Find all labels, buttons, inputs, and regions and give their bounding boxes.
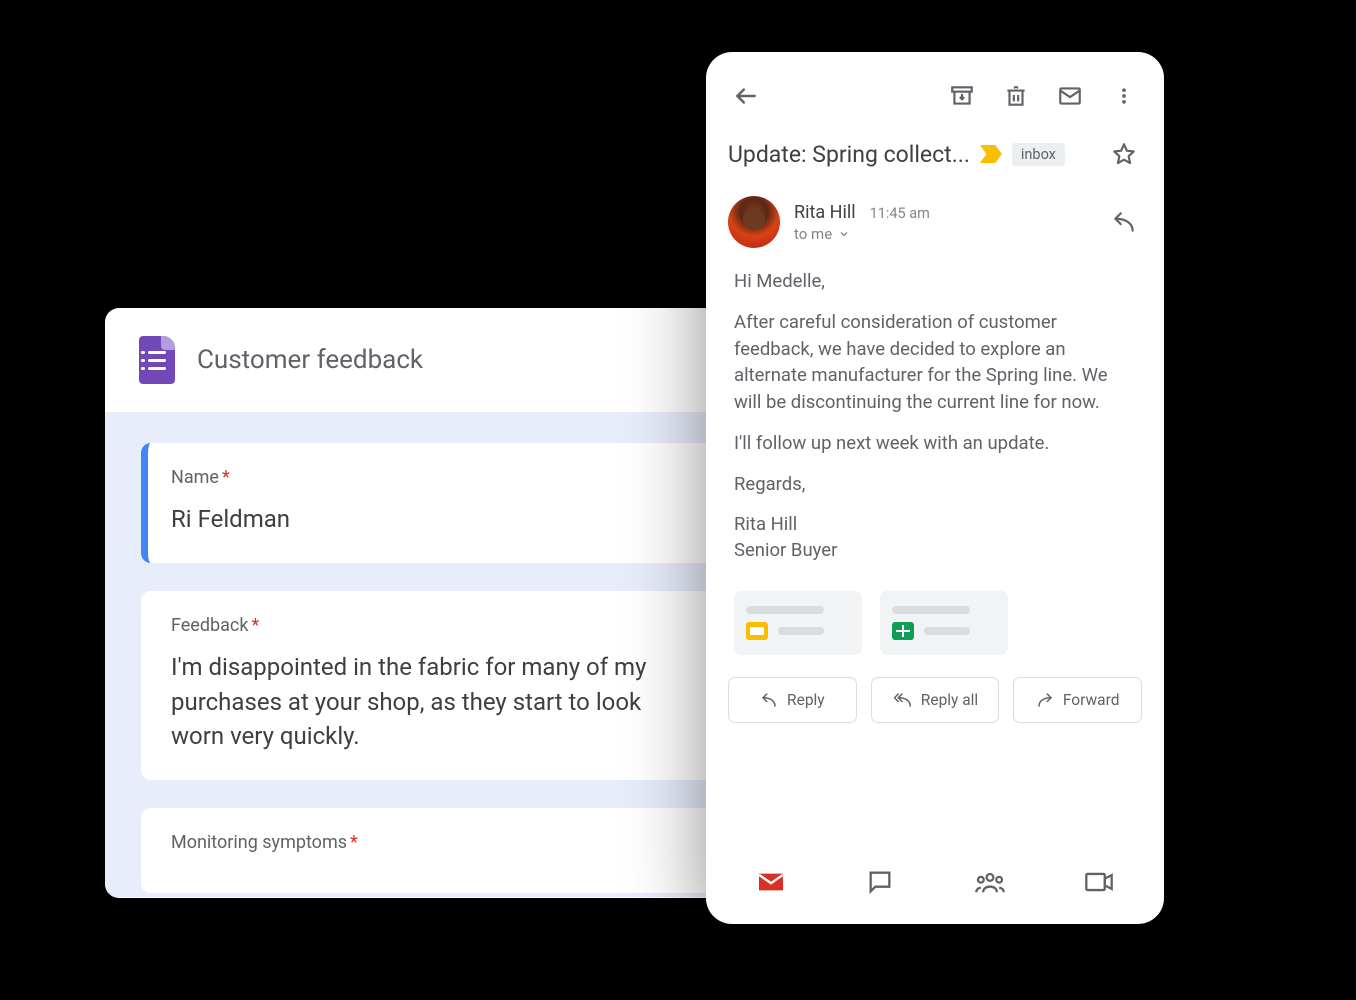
nav-meet-icon[interactable] [1079,862,1119,902]
mail-icon[interactable] [1052,78,1088,114]
nav-mail-icon[interactable] [751,862,791,902]
attachments [706,577,1164,655]
reply-actions: Reply Reply all Forward [706,655,1164,723]
back-icon[interactable] [728,78,764,114]
email-subject: Update: Spring collect... [728,141,970,168]
email-paragraph: After careful consideration of customer … [734,309,1136,416]
recipient-dropdown[interactable]: to me [794,225,850,243]
email-paragraph: I'll follow up next week with an update. [734,430,1136,457]
email-signature: Rita Hill Senior Buyer [734,512,1136,564]
forms-body: Name* Ri Feldman Feedback* I'm disappoin… [105,413,765,897]
forms-card: Customer feedback Name* Ri Feldman Feedb… [105,308,765,898]
email-greeting: Hi Medelle, [734,268,1136,295]
field-label: Feedback* [171,615,699,636]
forward-button[interactable]: Forward [1013,677,1142,723]
sender-time: 11:45 am [870,205,930,222]
field-label: Name* [171,467,699,488]
bottom-nav [706,842,1164,924]
archive-icon[interactable] [944,78,980,114]
form-field-symptoms[interactable]: Monitoring symptoms* [141,808,729,893]
nav-chat-icon[interactable] [860,862,900,902]
sheets-icon [892,622,914,640]
form-field-feedback[interactable]: Feedback* I'm disappointed in the fabric… [141,591,729,780]
email-body: Hi Medelle, After careful consideration … [706,258,1164,577]
gmail-card: Update: Spring collect... inbox Rita Hil… [706,52,1164,924]
sender-name: Rita Hill [794,202,856,223]
field-value[interactable]: Ri Feldman [171,502,699,537]
reply-icon[interactable] [1106,204,1142,240]
reply-button[interactable]: Reply [728,677,857,723]
subject-row: Update: Spring collect... inbox [706,122,1164,178]
sender-row: Rita Hill 11:45 am to me [706,178,1164,258]
gmail-toolbar [706,52,1164,122]
more-icon[interactable] [1106,78,1142,114]
nav-spaces-icon[interactable] [970,862,1010,902]
star-icon[interactable] [1106,136,1142,172]
forms-header: Customer feedback [105,308,765,413]
forms-title: Customer feedback [197,345,423,375]
avatar[interactable] [728,196,780,248]
inbox-chip[interactable]: inbox [1012,143,1065,166]
attachment-slides[interactable] [734,591,862,655]
form-field-name[interactable]: Name* Ri Feldman [141,443,729,563]
trash-icon[interactable] [998,78,1034,114]
forms-app-icon [139,336,175,384]
important-marker-icon[interactable] [980,145,1002,163]
field-value[interactable]: I'm disappointed in the fabric for many … [171,650,699,754]
email-closing: Regards, [734,471,1136,498]
reply-all-button[interactable]: Reply all [871,677,1000,723]
field-label: Monitoring symptoms* [171,832,699,853]
attachment-sheets[interactable] [880,591,1008,655]
slides-icon [746,622,768,640]
